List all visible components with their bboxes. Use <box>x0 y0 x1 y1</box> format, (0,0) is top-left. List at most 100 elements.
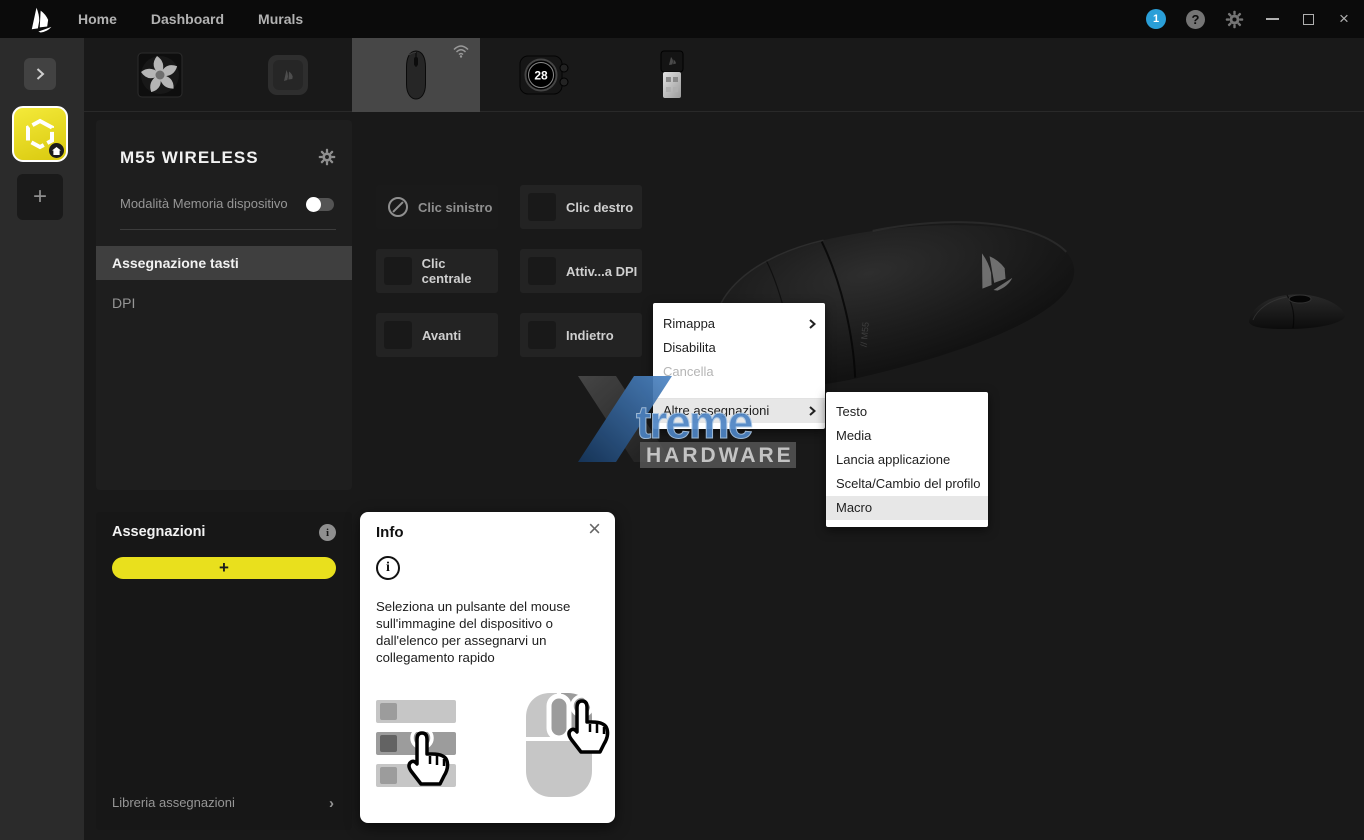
button-label: Clic centrale <box>422 256 498 286</box>
nav-home[interactable]: Home <box>78 11 117 27</box>
illustration-square <box>380 767 397 784</box>
expand-sidebar-button[interactable] <box>24 58 56 90</box>
button-label: Clic sinistro <box>418 200 492 215</box>
usb-dongle-icon <box>657 49 687 101</box>
topbar: Home Dashboard Murals 1 ? × <box>0 0 1364 38</box>
close-button[interactable]: × <box>1336 11 1352 27</box>
notification-badge[interactable]: 1 <box>1146 9 1166 29</box>
maximize-button[interactable] <box>1300 11 1316 27</box>
button-label: Clic destro <box>566 200 633 215</box>
info-circle-icon: i <box>376 556 400 580</box>
dialog-close-icon[interactable]: × <box>588 518 601 540</box>
button-label: Attiv...a DPI <box>566 264 637 279</box>
help-icon[interactable]: ? <box>1186 10 1205 29</box>
submenu-item-profile-switch[interactable]: Scelta/Cambio del profilo <box>826 472 988 496</box>
tab-pump-display-device[interactable]: 28 <box>480 38 608 112</box>
icue-window: Home Dashboard Murals 1 ? × <box>0 0 1364 840</box>
info-dialog: Info × i Seleziona un pulsante del mouse… <box>360 512 615 823</box>
toggle-knob <box>306 197 321 212</box>
default-profile-home-icon <box>49 143 64 158</box>
assignments-title: Assegnazioni <box>112 524 205 540</box>
mouse-button-left-click[interactable]: Clic sinistro <box>376 185 498 229</box>
assignment-placeholder-icon <box>384 257 412 285</box>
pump-temperature-value: 28 <box>534 69 548 83</box>
assignment-placeholder-icon <box>384 321 412 349</box>
cooling-block-icon <box>265 52 311 98</box>
device-settings-gear-icon[interactable] <box>318 148 336 166</box>
tab-cooling-block-device[interactable] <box>224 38 352 112</box>
minimize-button[interactable] <box>1264 11 1280 27</box>
corsair-logo-icon <box>28 5 58 33</box>
memory-mode-label: Modalità Memoria dispositivo <box>120 196 288 211</box>
menu-item-label: Altre assegnazioni <box>663 403 769 418</box>
sidebar-item-key-assignments[interactable]: Assegnazione tasti <box>96 246 352 280</box>
menu-item-remap[interactable]: Rimappa <box>653 312 825 336</box>
menu-item-label: Rimappa <box>663 316 715 331</box>
topbar-actions: 1 ? × <box>1146 0 1352 38</box>
nav-murals[interactable]: Murals <box>258 11 303 27</box>
hand-cursor-icon <box>400 726 456 788</box>
mouse-button-right-click[interactable]: Clic destro <box>520 185 642 229</box>
other-assignments-submenu: Testo Media Lancia applicazione Scelta/C… <box>826 392 988 527</box>
mouse-button-back[interactable]: Indietro <box>520 313 642 357</box>
minimize-icon <box>1266 18 1279 20</box>
maximize-icon <box>1303 14 1314 25</box>
menu-item-label: Macro <box>836 500 872 515</box>
illustration-square <box>380 735 397 752</box>
profile-sidebar: + <box>0 38 84 840</box>
menu-item-other-assignments[interactable]: Altre assegnazioni <box>653 399 825 423</box>
menu-spacer <box>653 384 825 398</box>
button-label: Avanti <box>422 328 461 343</box>
disabled-icon <box>388 197 408 217</box>
mouse-button-forward[interactable]: Avanti <box>376 313 498 357</box>
submenu-arrow-icon <box>809 319 816 329</box>
submenu-item-media[interactable]: Media <box>826 424 988 448</box>
assignment-placeholder-icon <box>528 257 556 285</box>
assignments-panel: Assegnazioni i + Libreria assegnazioni › <box>96 512 352 830</box>
tab-usb-dongle-device[interactable] <box>608 38 736 112</box>
submenu-item-macro[interactable]: Macro <box>826 496 988 520</box>
menu-item-label: Scelta/Cambio del profilo <box>836 476 981 491</box>
menu-item-disable[interactable]: Disabilita <box>653 336 825 360</box>
mouse-button-dpi-toggle[interactable]: Attiv...a DPI <box>520 249 642 293</box>
top-navigation: Home Dashboard Murals <box>78 0 303 38</box>
assignment-placeholder-icon <box>528 193 556 221</box>
assignments-info-icon[interactable]: i <box>319 524 336 541</box>
tab-mouse-device[interactable] <box>352 38 480 112</box>
assignment-placeholder-icon <box>528 321 556 349</box>
assignment-context-menu: Rimappa Disabilita Cancella Altre assegn… <box>653 303 825 429</box>
submenu-item-launch-application[interactable]: Lancia applicazione <box>826 448 988 472</box>
chevron-right-icon: › <box>329 795 334 812</box>
nav-dashboard[interactable]: Dashboard <box>151 11 224 27</box>
add-assignment-button[interactable]: + <box>112 557 336 579</box>
menu-item-label: Assegnazione tasti <box>112 255 239 271</box>
button-label: Indietro <box>566 328 614 343</box>
device-settings-panel: M55 WIRELESS Modalità Memoria dispositiv… <box>96 120 352 490</box>
submenu-item-text[interactable]: Testo <box>826 400 988 424</box>
panel-divider <box>120 229 336 230</box>
mouse-device-icon <box>403 49 429 101</box>
device-title: M55 WIRELESS <box>120 148 259 168</box>
sidebar-item-dpi[interactable]: DPI <box>96 286 352 320</box>
hand-cursor-icon <box>560 694 616 756</box>
dialog-body-text: Seleziona un pulsante del mouse sull'imm… <box>376 598 592 666</box>
dialog-title: Info <box>376 524 404 541</box>
tab-fan-device[interactable] <box>96 38 224 112</box>
device-tabs-row: 28 <box>84 38 1364 112</box>
active-profile-tile[interactable] <box>12 106 68 162</box>
menu-item-label: Lancia applicazione <box>836 452 950 467</box>
menu-item-label: Media <box>836 428 871 443</box>
pump-display-icon: 28 <box>517 51 571 99</box>
wireless-signal-icon <box>452 44 470 58</box>
illustration-square <box>380 703 397 720</box>
illustration-bar <box>376 700 456 723</box>
memory-mode-toggle[interactable] <box>308 198 334 211</box>
chevron-right-icon <box>36 68 45 80</box>
settings-gear-icon[interactable] <box>1225 10 1244 29</box>
add-profile-button[interactable]: + <box>17 174 63 220</box>
mouse-side-view-image <box>1243 286 1351 334</box>
assignments-library-link[interactable]: Libreria assegnazioni <box>112 795 235 810</box>
mouse-button-middle-click[interactable]: Clic centrale <box>376 249 498 293</box>
menu-item-clear: Cancella <box>653 360 825 384</box>
menu-item-label: Cancella <box>663 364 714 379</box>
